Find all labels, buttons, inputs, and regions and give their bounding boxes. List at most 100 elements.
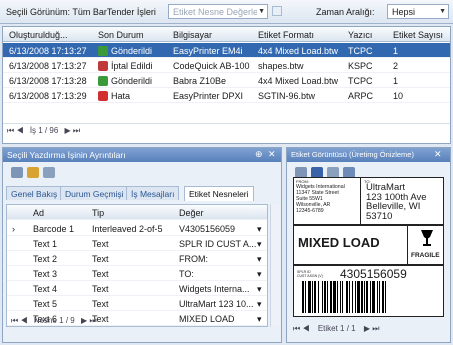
barcode — [302, 281, 436, 313]
nav-last-icon[interactable]: ⏭ — [73, 126, 80, 135]
cell-status: Gönderildi — [98, 46, 152, 56]
pin-icon[interactable]: ⊕ — [255, 149, 263, 160]
table-row[interactable]: 6/13/2008 17:13:28 Gönderildi Babra Z10Be 4… — [3, 73, 450, 88]
cell-value: MIXED LOAD — [179, 314, 235, 324]
cell-computer: CodeQuick AB-100 — [173, 61, 250, 71]
nav-last-icon[interactable]: ⏭ — [372, 324, 379, 333]
cell-name: Text 5 — [33, 299, 58, 309]
cell-type: Text — [92, 239, 109, 249]
view-label[interactable]: Seçili Görünüm: Tüm BarTender İşleri — [6, 7, 156, 17]
print-icon[interactable] — [43, 167, 55, 178]
close-icon[interactable]: ✕ — [434, 149, 442, 160]
tab-overview[interactable]: Genel Bakış — [6, 186, 63, 200]
table-row[interactable]: Text 5 Text UltraMart 123 10... ▾ — [7, 296, 267, 311]
col-printer[interactable]: Yazıcı — [348, 30, 372, 40]
nav-prev-icon[interactable]: ◀ — [16, 126, 23, 135]
col-created[interactable]: Oluşturulduğ... — [9, 30, 68, 40]
objects-nav-text: Nesne 1 / 9 — [33, 316, 75, 325]
chevron-down-icon[interactable]: ▾ — [257, 284, 262, 295]
cell-status: Gönderildi — [98, 76, 152, 86]
search-go-button[interactable] — [272, 6, 282, 16]
tab-job-messages[interactable]: İş Mesajları — [126, 186, 180, 200]
chevron-down-icon[interactable]: ▾ — [257, 269, 262, 280]
table-row[interactable]: 6/13/2008 17:13:27 Gönderildi EasyPrinter … — [3, 43, 450, 58]
table-row[interactable]: Text 3 Text TO: ▾ — [7, 266, 267, 281]
nav-next-icon[interactable]: ▶ — [65, 126, 71, 135]
nav-next-icon[interactable]: ▶ — [81, 316, 87, 325]
cell-format: 4x4 Mixed Load.btw — [258, 46, 339, 56]
nav-last-icon[interactable]: ⏭ — [89, 316, 96, 325]
cell-type: Text — [92, 254, 109, 264]
table-row[interactable]: Text 2 Text FROM: ▾ — [7, 251, 267, 266]
cell-computer: EasyPrinter DPXI — [173, 91, 244, 101]
table-row[interactable]: › Barcode 1 Interleaved 2-of-5 V4305156059 ▾ — [7, 221, 267, 236]
cell-value: V4305156059 — [179, 224, 236, 234]
cell-type: Text — [92, 269, 109, 279]
col-status[interactable]: Son Durum — [98, 30, 144, 40]
chevron-down-icon[interactable]: ▾ — [257, 299, 262, 310]
cell-name: Text 3 — [33, 269, 58, 279]
nav-next-icon[interactable]: ▶ — [364, 324, 370, 333]
cell-type: Interleaved 2-of-5 — [92, 224, 163, 234]
job-details-panel: Seçili Yazdırma İşinin Ayrıntıları ⊕ ✕ G… — [2, 147, 282, 343]
label-preview-panel: Etiket Görüntüsü (Üretimg Önizleme) ✕ FR… — [286, 147, 451, 343]
range-select[interactable]: Hepsi ▼ — [387, 4, 449, 19]
vertical-scrollbar[interactable] — [270, 204, 280, 327]
range-value: Hepsi — [392, 7, 416, 17]
chevron-down-icon[interactable]: ▾ — [257, 314, 262, 325]
col-computer[interactable]: Bilgisayar — [173, 30, 212, 40]
cell-format: 4x4 Mixed Load.btw — [258, 76, 339, 86]
barcode-number: 4305156059 — [340, 267, 407, 281]
subgrid-header: Ad Tip Değer — [7, 205, 267, 220]
cancelled-icon — [98, 61, 108, 71]
nav-first-icon[interactable]: ⏮ — [11, 316, 18, 325]
from-address: Widgets International 11347 State Street… — [296, 184, 345, 214]
cell-count: 1 — [393, 76, 399, 86]
col-type[interactable]: Tip — [92, 208, 104, 218]
label-navigator[interactable]: ⏮ ◀ Etiket 1 / 1 ▶ ⏭ — [293, 324, 379, 336]
col-name[interactable]: Ad — [33, 208, 44, 218]
nav-prev-icon[interactable]: ◀ — [20, 316, 27, 325]
cell-computer: EasyPrinter EM4i — [173, 46, 243, 56]
tab-label-objects[interactable]: Etiket Nesneleri — [184, 186, 254, 201]
panel-title: Seçili Yazdırma İşinin Ayrıntıları — [7, 150, 126, 160]
chevron-down-icon[interactable]: ▼ — [258, 8, 265, 15]
cell-value: FROM: — [179, 254, 208, 264]
sent-icon — [98, 46, 108, 56]
cell-printer: TCPC — [348, 46, 373, 56]
chevron-down-icon[interactable]: ▾ — [257, 239, 262, 250]
objects-navigator[interactable]: ⏮ ◀ Nesne 1 / 9 ▶ ⏭ — [11, 316, 97, 326]
cell-type: Text — [92, 284, 109, 294]
nav-first-icon[interactable]: ⏮ — [293, 324, 300, 333]
cell-name: Text 4 — [33, 284, 58, 294]
print-jobs-grid: Oluşturulduğ... Son Durum Bilgisayar Eti… — [2, 26, 451, 144]
filter-search-input[interactable]: Etiket Nesne Değerlerini Ara ▼ — [168, 4, 268, 19]
top-toolbar: Seçili Görünüm: Tüm BarTender İşleri Eti… — [0, 0, 453, 24]
table-row[interactable]: Text 4 Text Widgets Interna... ▾ — [7, 281, 267, 296]
table-row[interactable]: Text 1 Text SPLR ID CUST A... ▾ — [7, 236, 267, 251]
panel-header: Seçili Yazdırma İşinin Ayrıntıları ⊕ ✕ — [3, 148, 281, 162]
copy-icon[interactable] — [11, 167, 23, 178]
col-value[interactable]: Değer — [179, 208, 204, 218]
col-count[interactable]: Etiket Sayısı — [393, 30, 443, 40]
chevron-down-icon[interactable]: ▾ — [257, 254, 262, 265]
chevron-down-icon[interactable]: ▾ — [257, 224, 262, 235]
nav-prev-icon[interactable]: ◀ — [302, 324, 309, 333]
tab-status-history[interactable]: Durum Geçmişi — [60, 186, 129, 200]
cell-value: SPLR ID CUST A... — [179, 239, 257, 249]
cell-created: 6/13/2008 17:13:27 — [9, 61, 87, 71]
label-preview: FROM: Widgets International 11347 State … — [293, 177, 444, 317]
fragile-glass-icon — [420, 230, 434, 246]
cell-status: Hata — [98, 91, 130, 101]
filter-placeholder: Etiket Nesne Değerlerini Ara — [173, 7, 257, 17]
table-row[interactable]: 6/13/2008 17:13:27 İptal Edildi CodeQuick … — [3, 58, 450, 73]
refresh-icon[interactable] — [27, 167, 39, 178]
col-format[interactable]: Etiket Formatı — [258, 30, 314, 40]
nav-first-icon[interactable]: ⏮ — [7, 126, 14, 135]
cell-count: 1 — [393, 46, 399, 56]
cell-computer: Babra Z10Be — [173, 76, 227, 86]
close-icon[interactable]: ✕ — [268, 149, 276, 160]
cell-status: İptal Edildi — [98, 61, 153, 71]
grid-navigator[interactable]: ⏮ ◀ İş 1 / 96 ▶ ⏭ — [7, 126, 80, 138]
table-row[interactable]: 6/13/2008 17:13:29 Hata EasyPrinter DPXI SG… — [3, 88, 450, 103]
